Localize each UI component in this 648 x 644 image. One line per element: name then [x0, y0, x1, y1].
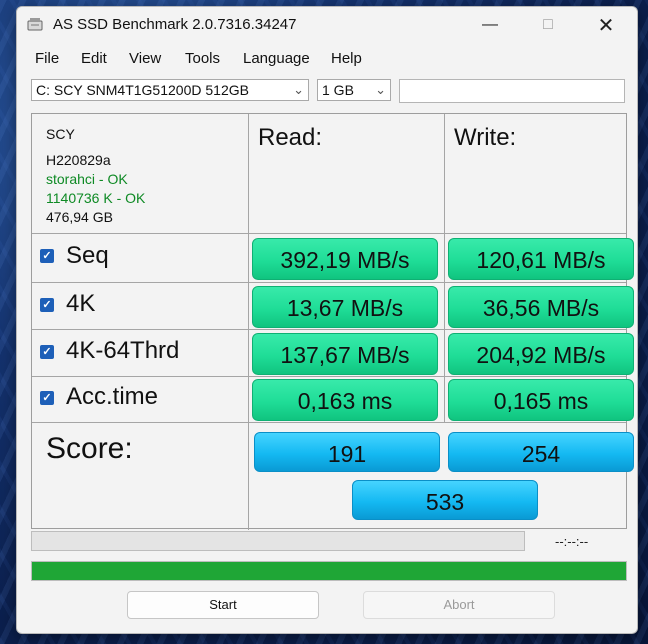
- alignment-status: 1140736 K - OK: [46, 190, 146, 206]
- grid-divider: [32, 376, 626, 377]
- drive-select-value: C: SCY SNM4T1G51200D 512GB: [36, 82, 249, 98]
- overall-progress-fill: [32, 562, 626, 580]
- close-icon: ✕: [597, 14, 615, 37]
- 4k-label: 4K: [66, 290, 96, 317]
- seq-label: Seq: [66, 242, 109, 269]
- menu-bar: File Edit View Tools Language Help: [17, 47, 637, 71]
- grid-divider: [32, 282, 626, 283]
- score-label: Score:: [46, 432, 133, 465]
- total-score: 533: [352, 480, 538, 520]
- size-select[interactable]: 1 GB ⌄: [317, 79, 391, 101]
- drive-vendor: SCY: [46, 126, 75, 142]
- chevron-down-icon: ⌄: [293, 82, 304, 97]
- test-progress-bar: [31, 531, 525, 551]
- menu-language[interactable]: Language: [243, 50, 310, 67]
- 4k-64thrd-read-value: 137,67 MB/s: [252, 333, 438, 375]
- menu-edit[interactable]: Edit: [81, 50, 107, 67]
- minimize-button[interactable]: —: [463, 7, 517, 43]
- results-grid: SCY H220829a storahci - OK 1140736 K - O…: [31, 113, 634, 530]
- chevron-down-icon: ⌄: [375, 82, 386, 97]
- acc-time-read-value: 0,163 ms: [252, 379, 438, 421]
- drive-firmware: H220829a: [46, 152, 111, 168]
- 4k-64thrd-checkbox[interactable]: ✓: [40, 345, 54, 359]
- 4k-read-value: 13,67 MB/s: [252, 286, 438, 328]
- close-button[interactable]: ✕: [579, 7, 633, 43]
- grid-divider: [32, 422, 626, 423]
- size-select-value: 1 GB: [322, 82, 354, 98]
- menu-tools[interactable]: Tools: [185, 50, 220, 67]
- menu-view[interactable]: View: [129, 50, 161, 67]
- 4k-write-value: 36,56 MB/s: [448, 286, 634, 328]
- acc-time-write-value: 0,165 ms: [448, 379, 634, 421]
- minimize-icon: —: [482, 16, 498, 33]
- read-column-header: Read:: [258, 124, 323, 151]
- grid-divider: [248, 422, 249, 530]
- overall-progress-bar: [31, 561, 627, 581]
- write-column-header: Write:: [454, 124, 517, 151]
- seq-checkbox[interactable]: ✓: [40, 249, 54, 263]
- acc-time-checkbox[interactable]: ✓: [40, 391, 54, 405]
- drive-capacity: 476,94 GB: [46, 209, 113, 225]
- driver-status: storahci - OK: [46, 171, 128, 187]
- elapsed-time: --:--:--: [555, 534, 589, 549]
- menu-help[interactable]: Help: [331, 50, 362, 67]
- 4k-64thrd-write-value: 204,92 MB/s: [448, 333, 634, 375]
- status-text-field[interactable]: [399, 79, 625, 103]
- grid-divider: [32, 329, 626, 330]
- acc-time-label: Acc.time: [66, 383, 159, 410]
- app-window: AS SSD Benchmark 2.0.7316.34247 — □ ✕ Fi…: [16, 6, 638, 634]
- start-button[interactable]: Start: [127, 591, 319, 619]
- seq-write-value: 120,61 MB/s: [448, 238, 634, 280]
- window-title: AS SSD Benchmark 2.0.7316.34247: [53, 16, 297, 33]
- menu-file[interactable]: File: [35, 50, 59, 67]
- seq-read-value: 392,19 MB/s: [252, 238, 438, 280]
- drive-select[interactable]: C: SCY SNM4T1G51200D 512GB ⌄: [31, 79, 309, 101]
- grid-divider: [32, 233, 626, 234]
- maximize-icon: □: [543, 16, 553, 33]
- read-score: 191: [254, 432, 440, 472]
- abort-button[interactable]: Abort: [363, 591, 555, 619]
- maximize-button[interactable]: □: [521, 7, 575, 43]
- title-bar[interactable]: AS SSD Benchmark 2.0.7316.34247 — □ ✕: [17, 7, 637, 43]
- 4k-checkbox[interactable]: ✓: [40, 298, 54, 312]
- 4k-64thrd-label: 4K-64Thrd: [66, 337, 180, 364]
- write-score: 254: [448, 432, 634, 472]
- drive-app-icon: [27, 18, 43, 31]
